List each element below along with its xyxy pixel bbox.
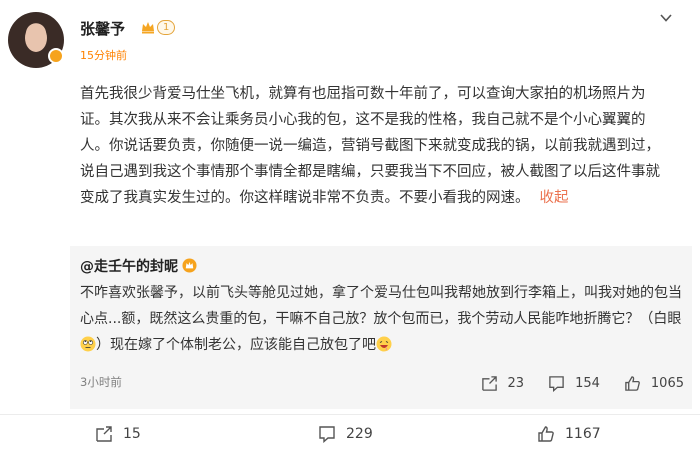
- vip-crown-icon: [142, 22, 154, 34]
- post-text: 首先我很少背爱马仕坐飞机，就算有也屈指可数十年前了，可以查询大家拍的机场照片为证…: [80, 86, 660, 206]
- post-body: 首先我很少背爱马仕坐飞机，就算有也屈指可数十年前了，可以查询大家拍的机场照片为证…: [80, 81, 668, 211]
- repost-icon: [481, 375, 497, 391]
- comment-body-2: ）现在嫁了个体制老公，应该能自己放包了吧: [96, 337, 376, 353]
- comment-text: @走壬午的封昵 不咋喜欢张馨予，以前飞头等舱见过她，拿了个爱马仕包叫我帮她放到行…: [80, 254, 682, 358]
- repost-button[interactable]: 15: [95, 425, 141, 443]
- laughing-emoji-icon: [376, 336, 392, 352]
- comment-like-button[interactable]: 1065: [624, 375, 684, 392]
- comment-button[interactable]: 229: [318, 425, 373, 443]
- comment-time: 3小时前: [80, 375, 122, 389]
- collapse-link[interactable]: 收起: [540, 190, 569, 206]
- repost-icon: [96, 426, 112, 442]
- comment-body-1: 不咋喜欢张馨予，以前飞头等舱见过她，拿了个爱马仕包叫我帮她放到行李箱上，叫我对她…: [80, 285, 682, 327]
- post-header: 张馨予 1 15分钟前: [0, 0, 700, 70]
- post-time[interactable]: 15分钟前: [80, 47, 127, 63]
- comment-author[interactable]: @走壬午的封昵: [80, 259, 178, 275]
- comment-repost-button[interactable]: 23: [481, 375, 525, 392]
- thumbs-up-icon: [538, 426, 554, 442]
- avatar-face: [25, 24, 47, 52]
- verified-badge-icon: [48, 48, 64, 64]
- quoted-comment: @走壬午的封昵 不咋喜欢张馨予，以前飞头等舱见过她，拿了个爱马仕包叫我帮她放到行…: [70, 246, 692, 409]
- eye-roll-emoji-icon: [80, 336, 96, 352]
- chevron-down-icon[interactable]: [658, 10, 674, 26]
- comment-icon: [549, 375, 564, 392]
- vip-crown-icon: [182, 258, 197, 273]
- comment-count: 229: [346, 426, 373, 442]
- post-action-bar: 15 229 1167: [0, 414, 700, 449]
- author-name[interactable]: 张馨予: [80, 18, 125, 39]
- comment-repost-count: 23: [507, 375, 525, 391]
- comment-actions: 23 154 1065: [457, 373, 684, 393]
- comment-comment-count: 154: [575, 375, 600, 391]
- thumbs-up-icon: [625, 375, 640, 391]
- like-button[interactable]: 1167: [537, 425, 601, 443]
- comment-like-count: 1065: [650, 375, 684, 391]
- repost-count: 15: [123, 426, 141, 442]
- like-count: 1167: [565, 426, 601, 442]
- level-badge: 1: [157, 20, 176, 35]
- comment-comment-button[interactable]: 154: [548, 375, 600, 392]
- comment-icon: [319, 426, 335, 443]
